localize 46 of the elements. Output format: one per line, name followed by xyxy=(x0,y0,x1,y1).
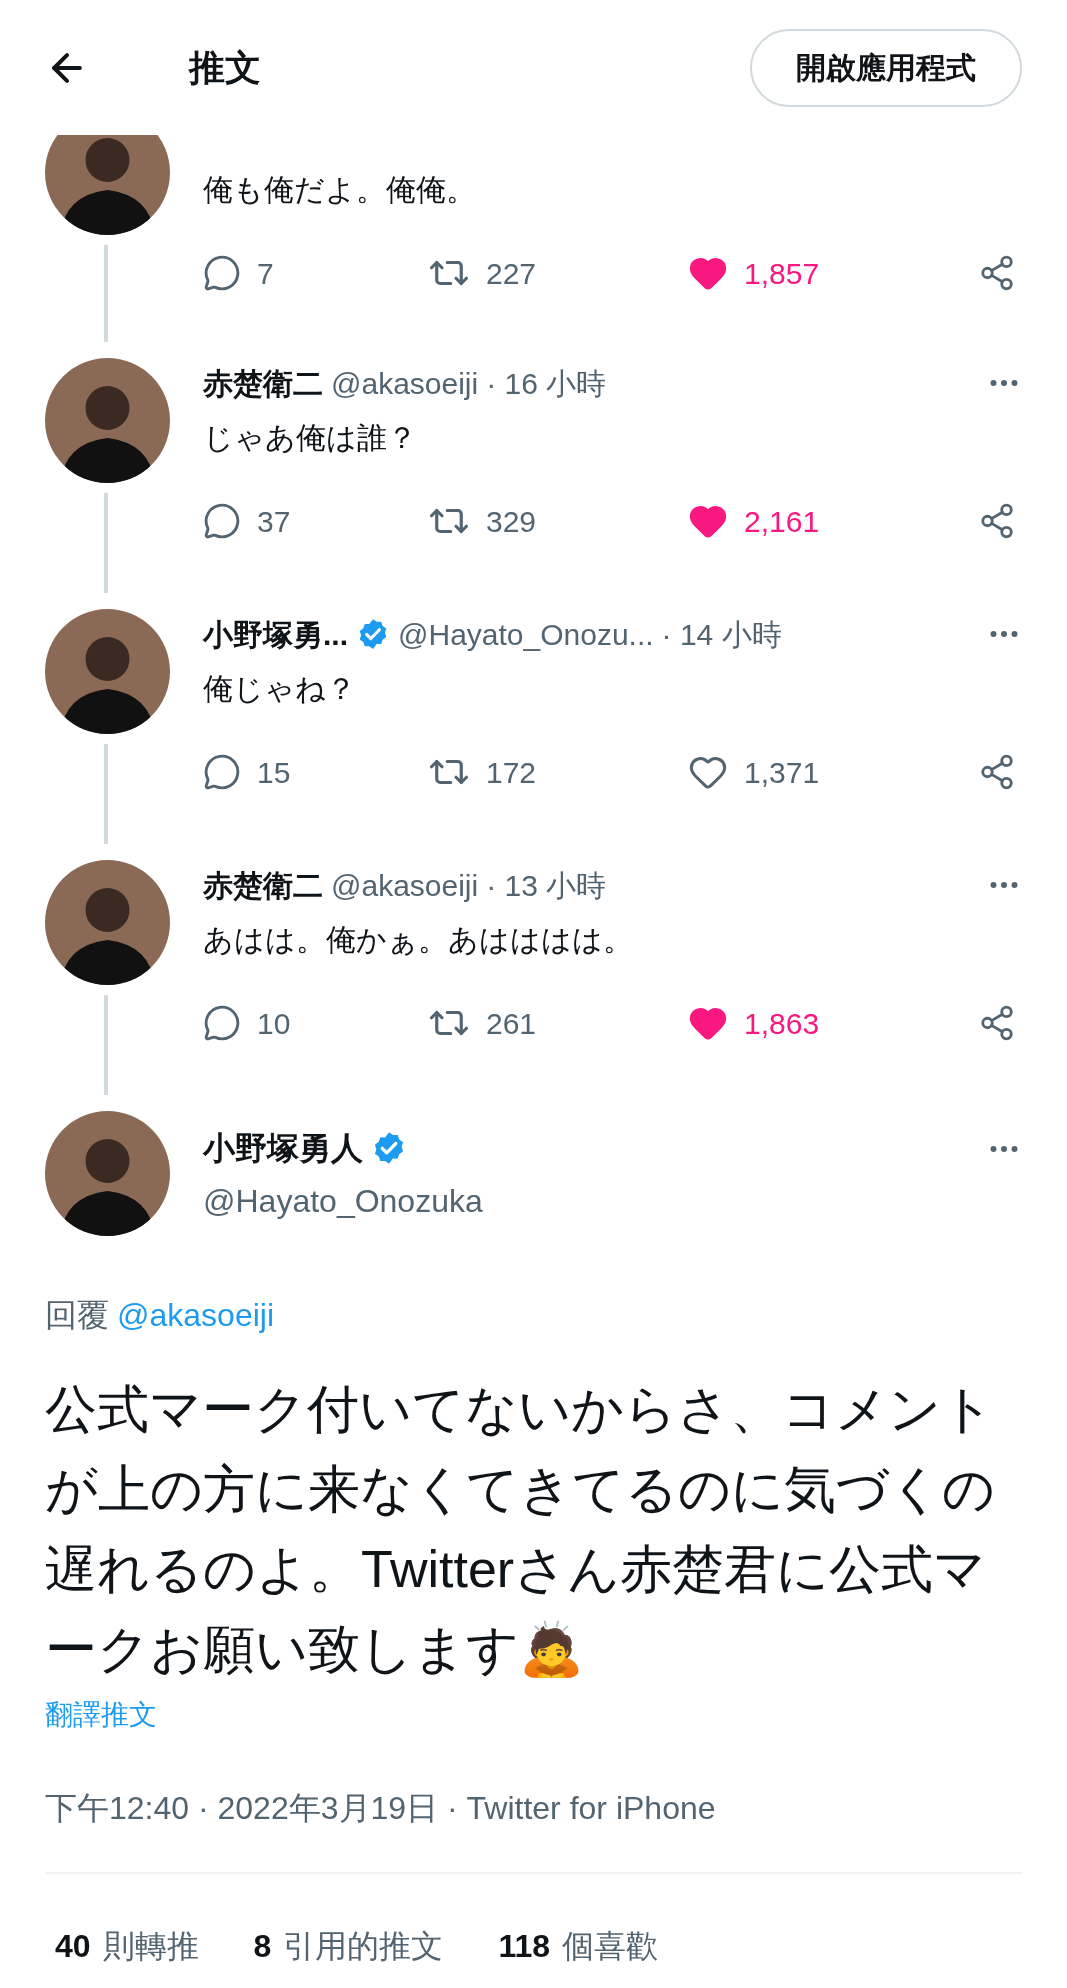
tweet-time: · 16 小時 xyxy=(486,365,607,402)
author-handle[interactable]: @Hayato_Onozuka xyxy=(203,1176,483,1225)
open-app-button[interactable]: 開啟應用程式 xyxy=(750,28,1022,107)
stat-count[interactable]: 40 xyxy=(55,1922,91,1970)
reply-button[interactable]: 7 xyxy=(203,250,428,296)
page-title: 推文 xyxy=(189,45,261,90)
share-icon[interactable] xyxy=(978,254,1016,292)
reply-icon xyxy=(203,502,241,540)
reply-button[interactable]: 10 xyxy=(203,1000,428,1046)
reply-icon xyxy=(203,254,241,292)
share-icon[interactable] xyxy=(978,502,1016,540)
tweet-text: 俺も俺だよ。俺俺。 xyxy=(203,172,477,208)
author-handle[interactable]: @Hayato_Onozu... xyxy=(398,611,654,657)
author-name[interactable]: 赤楚衛二 xyxy=(203,360,323,406)
retweet-button[interactable]: 329 xyxy=(428,498,688,544)
stat-count[interactable]: 118 xyxy=(498,1922,550,1970)
share-icon[interactable] xyxy=(978,753,1016,791)
like-button[interactable]: 1,857 xyxy=(688,250,978,296)
stat-label[interactable]: 引用的推文 xyxy=(283,1922,444,1970)
tweet-time: · 14 小時 xyxy=(661,616,782,653)
retweet-button[interactable]: 261 xyxy=(428,1000,688,1046)
stat-label[interactable]: 則轉推 xyxy=(102,1922,199,1970)
like-button[interactable]: 2,161 xyxy=(688,498,978,544)
reply-button[interactable]: 15 xyxy=(203,749,428,795)
tweet-text: 俺じゃね？ xyxy=(203,671,357,707)
reply-label: 回覆 xyxy=(45,1296,109,1335)
tweet-text: 公式マーク付いてないからさ、コメントが上の方に来なくてきてるのに気づくの遅れるのよ。Twitterさん赤楚君に公式マークお願い致します🙇 xyxy=(45,1379,996,1680)
tweet-time: · 13 小時 xyxy=(486,867,607,904)
tweet-timestamp: 下午12:40 · 2022年3月19日 · Twitter for iPhone xyxy=(45,1789,717,1828)
author-handle[interactable]: @akasoeiji xyxy=(331,862,479,908)
reply-icon xyxy=(203,753,241,791)
stat-count[interactable]: 8 xyxy=(253,1922,272,1970)
reply-icon xyxy=(203,1004,241,1042)
author-name[interactable]: 小野塚勇人 xyxy=(203,1123,363,1172)
retweet-button[interactable]: 227 xyxy=(428,250,688,296)
retweet-button[interactable]: 172 xyxy=(428,749,688,795)
tweet-text: じゃあ俺は誰？ xyxy=(203,420,418,456)
author-name[interactable]: 小野塚勇... xyxy=(203,611,348,657)
share-icon[interactable] xyxy=(978,1004,1016,1042)
tweet-text: あはは。俺かぁ。あはははは。 xyxy=(203,922,634,958)
author-handle[interactable]: @akasoeiji xyxy=(331,360,479,406)
like-button[interactable]: 1,863 xyxy=(688,1000,978,1046)
stat-label[interactable]: 個喜歡 xyxy=(562,1922,658,1970)
author-name[interactable]: 赤楚衛二 xyxy=(203,862,323,908)
like-button[interactable]: 1,371 xyxy=(688,749,978,795)
reply-button[interactable]: 37 xyxy=(203,498,428,544)
